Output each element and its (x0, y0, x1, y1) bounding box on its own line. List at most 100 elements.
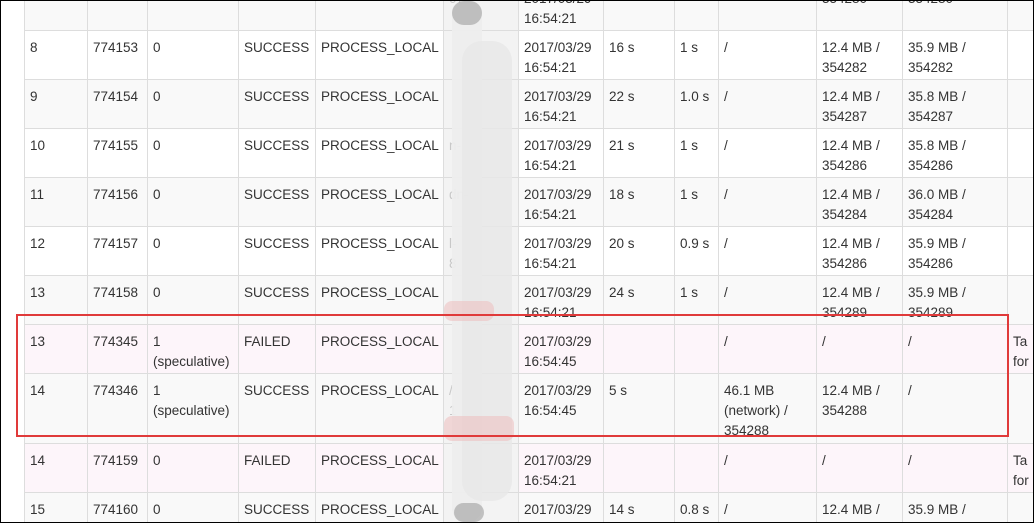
cell-input: / (718, 128, 817, 178)
cell-shuffle-read: 12.4 MB /354284 (816, 177, 903, 227)
cell-index: 10 (24, 128, 88, 178)
cell-duration: 5 s (603, 373, 675, 444)
cell-status: FAILED (238, 324, 316, 374)
cell-duration (603, 1, 675, 31)
cell-shuffle-read: 12.4 MB /354289 (816, 275, 903, 325)
cell-input: / (718, 177, 817, 227)
cell-id: 774160 (87, 492, 148, 522)
cell-gc (674, 324, 719, 374)
cell-launch: 2017/03/2916:54:21 (518, 177, 604, 227)
cell-attempt: 0 (147, 128, 239, 178)
cell-index: 15 (24, 492, 88, 522)
cell-host (443, 79, 519, 129)
cell-attempt: 0 (147, 275, 239, 325)
cell-shuffle-write: 35.9 MB /354282 (902, 30, 1008, 80)
cell-status: SUCCESS (238, 30, 316, 80)
cell-id: 774345 (87, 324, 148, 374)
cell-input: / (718, 492, 817, 522)
cell-duration (603, 443, 675, 493)
cell-launch: 2017/03/29 16:54:45 (518, 373, 604, 444)
cell-id: 774158 (87, 275, 148, 325)
cell-host (443, 492, 519, 522)
cell-gc: 0.8 s (674, 492, 719, 522)
cell-input: / (718, 79, 817, 129)
cell-host: dn- (443, 177, 519, 227)
cell-input: / (718, 226, 817, 276)
cell-attempt: 0 (147, 79, 239, 129)
cell-input: 46.1 MB (network) /354288 (718, 373, 817, 444)
cell-locality: PROCESS_LOCAL (315, 492, 444, 522)
cell-id: 774156 (87, 177, 148, 227)
cell-shuffle-write: / (902, 373, 1008, 444)
cell-index: 8 (24, 30, 88, 80)
cell-index: 9 (24, 79, 88, 129)
cell-locality: PROCESS_LOCAL (315, 128, 444, 178)
cell-error (1007, 492, 1033, 522)
cell-duration: 14 s (603, 492, 675, 522)
cell-index: 13 (24, 275, 88, 325)
cell-launch: 2017/03/29 16:54:45 (518, 324, 604, 374)
cell-status: SUCCESS (238, 128, 316, 178)
cell-duration: 21 s (603, 128, 675, 178)
cell-shuffle-read: 12.4 MB /354286 (816, 226, 903, 276)
cell-index: 11 (24, 177, 88, 227)
cell-locality: PROCESS_LOCAL (315, 226, 444, 276)
cell-host (443, 443, 519, 493)
cell-gc (674, 373, 719, 444)
cell-gc: 1 s (674, 128, 719, 178)
cell-attempt: 0 (147, 30, 239, 80)
cell-shuffle-read: 12.4 MB /354282 (816, 30, 903, 80)
cell-launch: 2017/03/2916:54:21 (518, 30, 604, 80)
cell-host (443, 30, 519, 80)
cell-index: 14 (24, 373, 88, 444)
cell-input: / (718, 324, 817, 374)
cell-attempt: 0 (147, 492, 239, 522)
cell-launch: 2017/03/2916:54:21 (518, 79, 604, 129)
cell-shuffle-read: 12.4 MB /354287 (816, 79, 903, 129)
cell-host: /1 (443, 373, 519, 444)
cell-status: SUCCESS (238, 79, 316, 129)
cell-locality: PROCESS_LOCAL (315, 79, 444, 129)
table-row: 14 774346 1 (speculative) SUCCESS PROCESS_LOC… (24, 373, 1033, 444)
cell-duration (603, 324, 675, 374)
cell-shuffle-write: 35.9 MB /354289 (902, 275, 1008, 325)
cell-duration: 18 s (603, 177, 675, 227)
cell-id: 774159 (87, 443, 148, 493)
cell-attempt: 1 (speculative) (147, 373, 239, 444)
cell-input: / (718, 443, 817, 493)
cell-duration: 24 s (603, 275, 675, 325)
cell-status: FAILED (238, 443, 316, 493)
cell-index: 12 (24, 226, 88, 276)
cell-launch: 2017/03/2916:54:21 (518, 128, 604, 178)
cell-id: 774346 (87, 373, 148, 444)
cell-locality: PROCESS_LOCAL (315, 275, 444, 325)
cell-status: SUCCESS (238, 226, 316, 276)
cell-attempt: 0 (147, 226, 239, 276)
cell-locality: PROCESS_LOCAL (315, 30, 444, 80)
cell-status: SUCCESS (238, 492, 316, 522)
cell-shuffle-write: 354280 (902, 1, 1008, 31)
cell-shuffle-read: 354280 (816, 1, 903, 31)
cell-status (238, 1, 316, 31)
cell-id: 774157 (87, 226, 148, 276)
table-row: 9 774154 0 SUCCESS PROCESS_LOCAL 2017/03/29 16… (24, 79, 1033, 129)
cell-shuffle-read: 12.4 MB /354288 (816, 373, 903, 444)
cell-launch: 2017/03/2916:54:21 (518, 492, 604, 522)
cell-shuffle-read: / (816, 443, 903, 493)
cell-shuffle-write: 35.9 MB /354290 (902, 492, 1008, 522)
cell-error (1007, 373, 1033, 444)
cell-shuffle-write: 36.0 MB /354284 (902, 177, 1008, 227)
cell-duration: 16 s (603, 30, 675, 80)
cell-error (1007, 79, 1033, 129)
cell-locality: PROCESS_LOCAL (315, 373, 444, 444)
cell-id: 774154 (87, 79, 148, 129)
table-row: 8 774153 0 SUCCESS PROCESS_LOCAL 2017/03/29 16… (24, 30, 1033, 80)
cell-attempt: 1 (speculative) (147, 324, 239, 374)
cell-index: 14 (24, 443, 88, 493)
cell-error: Ta for (1007, 443, 1033, 493)
cell-host (443, 324, 519, 374)
table-row: 13 774158 0 SUCCESS PROCESS_LOCAL 2017/03/29 1… (24, 275, 1033, 325)
cell-duration: 22 s (603, 79, 675, 129)
cell-launch: 2017/03/2916:54:21 (518, 1, 604, 31)
cell-status: SUCCESS (238, 373, 316, 444)
